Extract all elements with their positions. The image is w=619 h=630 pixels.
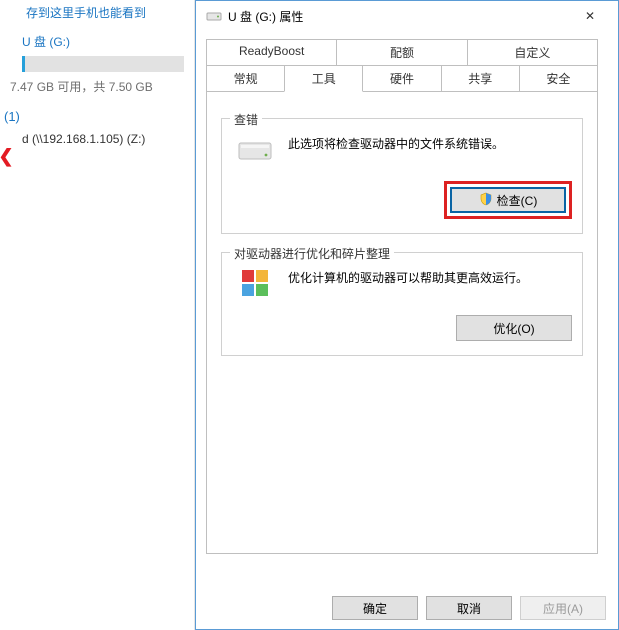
defrag-icon xyxy=(236,267,276,301)
cloud-sync-caption[interactable]: 存到这里手机也能看到 xyxy=(0,0,194,27)
tab-strip: ReadyBoost 配额 自定义 常规 工具 硬件 共享 安全 查错 xyxy=(206,39,608,554)
optimize-button-label: 优化(O) xyxy=(493,320,534,337)
dialog-titlebar[interactable]: U 盘 (G:) 属性 ✕ xyxy=(196,1,618,31)
tab-general[interactable]: 常规 xyxy=(206,65,285,92)
tab-tools[interactable]: 工具 xyxy=(284,65,363,92)
properties-dialog: U 盘 (G:) 属性 ✕ ReadyBoost 配额 自定义 常规 工具 硬件… xyxy=(195,0,619,630)
error-checking-group: 查错 此选项将检查驱动器中的文件系统错误。 xyxy=(221,118,583,234)
usb-capacity-bar xyxy=(22,56,184,72)
tab-content-tools: 查错 此选项将检查驱动器中的文件系统错误。 xyxy=(206,92,598,554)
ok-button-label: 确定 xyxy=(363,600,387,617)
network-drive-item[interactable]: d (\\192.168.1.105) (Z:) xyxy=(0,128,194,150)
explorer-left-panel: 存到这里手机也能看到 U 盘 (G:) 7.47 GB 可用，共 7.50 GB… xyxy=(0,0,195,630)
usb-capacity-fill xyxy=(22,56,25,72)
optimize-legend: 对驱动器进行优化和碎片整理 xyxy=(230,245,394,262)
optimize-text: 优化计算机的驱动器可以帮助其更高效运行。 xyxy=(288,267,572,286)
dialog-title: U 盘 (G:) 属性 xyxy=(228,8,568,25)
close-icon: ✕ xyxy=(585,9,595,23)
tab-row-1: ReadyBoost 配额 自定义 xyxy=(206,39,598,66)
usb-drive-block[interactable]: U 盘 (G:) 7.47 GB 可用，共 7.50 GB xyxy=(0,27,194,101)
optimize-group: 对驱动器进行优化和碎片整理 优化计算机的驱动器可以帮助其更高效运行。 xyxy=(221,252,583,356)
apply-button[interactable]: 应用(A) xyxy=(520,596,606,620)
dialog-body: ReadyBoost 配额 自定义 常规 工具 硬件 共享 安全 查错 xyxy=(196,31,618,587)
back-chevron-icon[interactable]: ❮ xyxy=(0,146,16,166)
shield-icon xyxy=(479,192,493,209)
tab-hardware[interactable]: 硬件 xyxy=(362,65,441,92)
check-button[interactable]: 检查(C) xyxy=(450,187,566,213)
tab-quota[interactable]: 配额 xyxy=(336,39,467,66)
cancel-button-label: 取消 xyxy=(457,600,481,617)
optimize-button[interactable]: 优化(O) xyxy=(456,315,572,341)
apply-button-label: 应用(A) xyxy=(543,600,583,617)
close-button[interactable]: ✕ xyxy=(568,2,612,30)
tab-readyboost[interactable]: ReadyBoost xyxy=(206,39,337,66)
error-checking-legend: 查错 xyxy=(230,111,262,128)
usb-size-text: 7.47 GB 可用，共 7.50 GB xyxy=(0,76,194,101)
drive-icon xyxy=(206,8,222,24)
dialog-footer: 确定 取消 应用(A) xyxy=(196,587,618,629)
ok-button[interactable]: 确定 xyxy=(332,596,418,620)
disk-check-icon xyxy=(236,133,276,167)
tab-row-2: 常规 工具 硬件 共享 安全 xyxy=(206,65,598,92)
tab-customize[interactable]: 自定义 xyxy=(467,39,598,66)
group-count: (1) xyxy=(0,101,194,128)
usb-drive-name[interactable]: U 盘 (G:) xyxy=(0,27,194,54)
cancel-button[interactable]: 取消 xyxy=(426,596,512,620)
error-checking-text: 此选项将检查驱动器中的文件系统错误。 xyxy=(288,133,572,152)
tab-security[interactable]: 安全 xyxy=(519,65,598,92)
tab-sharing[interactable]: 共享 xyxy=(441,65,520,92)
check-button-highlight: 检查(C) xyxy=(444,181,572,219)
check-button-label: 检查(C) xyxy=(497,192,538,209)
